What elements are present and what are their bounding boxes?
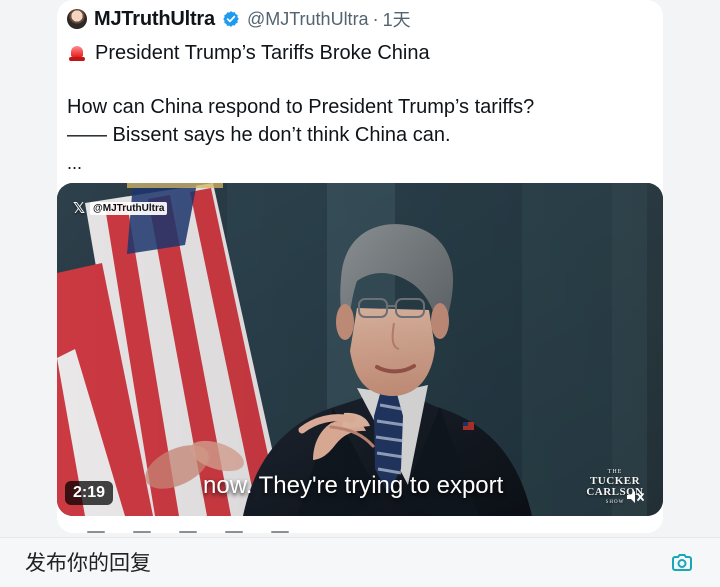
mute-icon[interactable] [625, 489, 645, 505]
tweet-ellipsis[interactable]: ... [67, 153, 82, 174]
like-action-icon[interactable] [179, 531, 197, 533]
x-logo-icon: 𝕏 [72, 199, 86, 217]
video-frame [57, 183, 663, 516]
video-duration-badge: 2:19 [65, 481, 114, 505]
tweet-card: MJTruthUltra @MJTruthUltra · 1天 Presiden… [57, 0, 663, 533]
tweet-body-line-1: How can China respond to President Trump… [67, 96, 535, 118]
reply-input-placeholder[interactable]: 发布你的回复 [25, 550, 151, 576]
reply-action-icon[interactable] [87, 531, 105, 533]
post-time[interactable]: 1天 [383, 6, 411, 32]
video-player[interactable]: 𝕏 @MJTruthUltra now. They're trying to e… [57, 183, 663, 516]
share-action-icon[interactable] [271, 531, 289, 533]
verified-icon [222, 10, 240, 28]
views-action-icon[interactable] [225, 531, 243, 533]
reply-bar[interactable]: 发布你的回复 [0, 537, 720, 587]
tweet-header: MJTruthUltra @MJTruthUltra · 1天 [67, 5, 411, 33]
separator-dot: · [372, 8, 379, 29]
avatar[interactable] [67, 9, 87, 29]
video-watermark: 𝕏 @MJTruthUltra [71, 199, 168, 217]
camera-icon[interactable] [670, 550, 694, 574]
repost-action-icon[interactable] [133, 531, 151, 533]
handle-row: @MJTruthUltra · 1天 [247, 6, 411, 32]
video-caption: now. They're trying to export [203, 472, 504, 499]
video-duration: 2:19 [73, 484, 106, 501]
tweet-actions-strip [57, 527, 663, 537]
siren-icon [67, 43, 87, 63]
watermark-handle: @MJTruthUltra [90, 201, 168, 215]
tweet-body-line-2: —— Bissent says he don’t think China can… [67, 124, 451, 146]
tweet-title: President Trump’s Tariffs Broke China [67, 41, 430, 65]
handle[interactable]: @MJTruthUltra [247, 9, 369, 30]
display-name[interactable]: MJTruthUltra [94, 8, 215, 31]
tweet-title-text: President Trump’s Tariffs Broke China [95, 42, 430, 64]
